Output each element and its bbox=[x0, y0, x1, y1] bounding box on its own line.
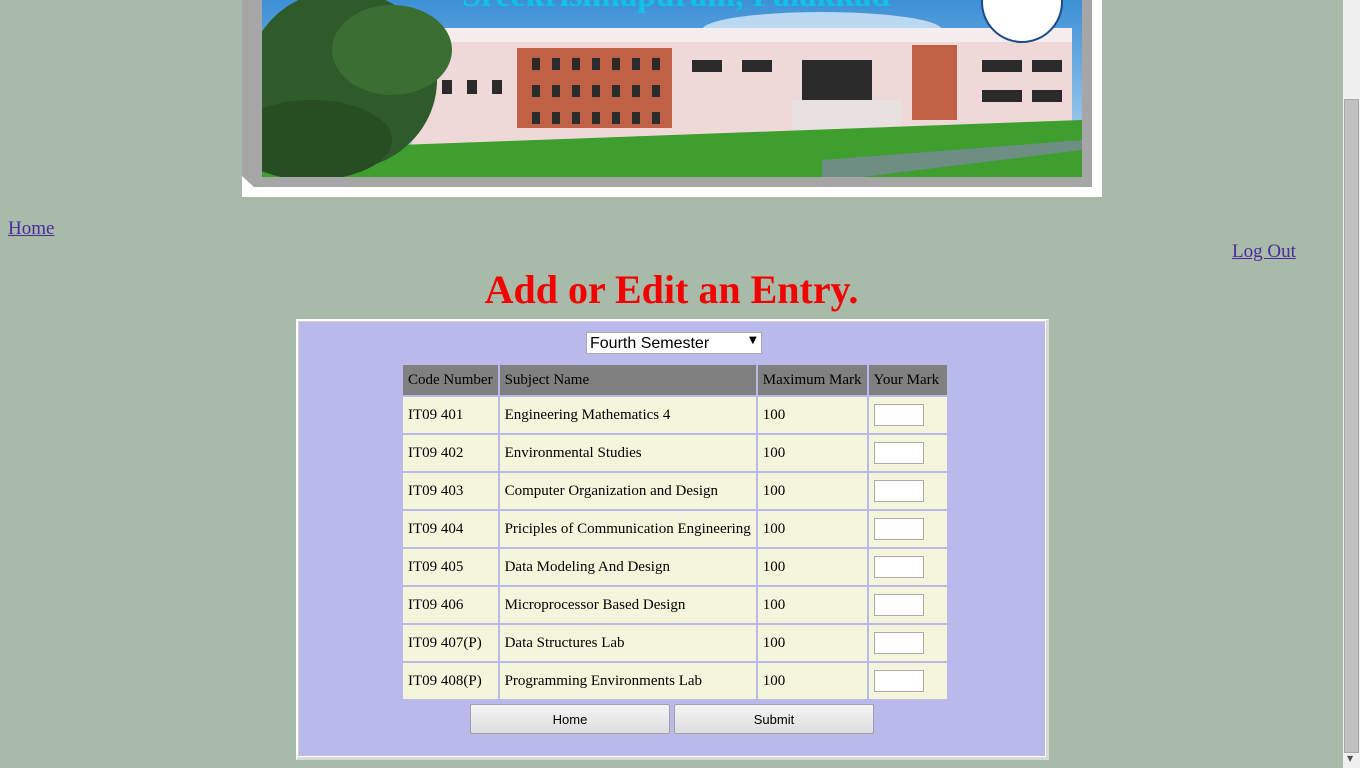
subject-name: Priciples of Communication Engineering bbox=[499, 511, 756, 547]
college-building-photo: Sreekrishnapuram, Palakkad bbox=[262, 0, 1082, 177]
column-header-subject: Subject Name bbox=[499, 365, 756, 395]
subject-code: IT09 408(P) bbox=[403, 663, 498, 699]
subject-code: IT09 405 bbox=[403, 549, 498, 585]
your-mark-cell bbox=[868, 663, 947, 699]
scrollbar-thumb[interactable] bbox=[1344, 99, 1359, 753]
entry-form-panel: Fourth Semester ▼ Code Number Subject Na… bbox=[296, 319, 1049, 760]
banner-caption: Sreekrishnapuram, Palakkad bbox=[462, 0, 890, 14]
max-mark: 100 bbox=[757, 625, 867, 661]
your-mark-cell bbox=[868, 435, 947, 471]
table-row: IT09 408(P) Programming Environments Lab… bbox=[403, 663, 947, 699]
your-mark-input[interactable] bbox=[873, 556, 924, 578]
page-title: Add or Edit an Entry. bbox=[484, 267, 859, 312]
table-row: IT09 403 Computer Organization and Desig… bbox=[403, 473, 947, 509]
your-mark-input[interactable] bbox=[873, 404, 924, 426]
subject-name: Computer Organization and Design bbox=[499, 473, 756, 509]
submit-button[interactable]: Submit bbox=[674, 704, 874, 734]
subject-code: IT09 403 bbox=[403, 473, 498, 509]
subject-name: Microprocessor Based Design bbox=[499, 587, 756, 623]
column-header-max-mark: Maximum Mark bbox=[757, 365, 867, 395]
your-mark-cell bbox=[868, 473, 947, 509]
table-row: IT09 406 Microprocessor Based Design 100 bbox=[403, 587, 947, 623]
subject-name: Engineering Mathematics 4 bbox=[499, 397, 756, 433]
max-mark: 100 bbox=[757, 397, 867, 433]
subject-code: IT09 401 bbox=[403, 397, 498, 433]
your-mark-input[interactable] bbox=[873, 594, 924, 616]
your-mark-cell bbox=[868, 549, 947, 585]
vertical-scrollbar[interactable]: ▼ bbox=[1343, 0, 1360, 768]
your-mark-input[interactable] bbox=[873, 442, 924, 464]
max-mark: 100 bbox=[757, 549, 867, 585]
max-mark: 100 bbox=[757, 511, 867, 547]
subject-code: IT09 404 bbox=[403, 511, 498, 547]
subject-name: Programming Environments Lab bbox=[499, 663, 756, 699]
your-mark-input[interactable] bbox=[873, 518, 924, 540]
your-mark-input[interactable] bbox=[873, 632, 924, 654]
your-mark-cell bbox=[868, 511, 947, 547]
column-header-code: Code Number bbox=[403, 365, 498, 395]
column-header-your-mark: Your Mark bbox=[868, 365, 947, 395]
table-row: IT09 405 Data Modeling And Design 100 bbox=[403, 549, 947, 585]
subject-name: Environmental Studies bbox=[499, 435, 756, 471]
max-mark: 100 bbox=[757, 587, 867, 623]
home-button[interactable]: Home bbox=[470, 704, 670, 734]
your-mark-cell bbox=[868, 397, 947, 433]
table-header-row: Code Number Subject Name Maximum Mark Yo… bbox=[403, 365, 947, 395]
your-mark-cell bbox=[868, 625, 947, 661]
scroll-down-arrow-icon[interactable]: ▼ bbox=[1347, 754, 1353, 763]
your-mark-input[interactable] bbox=[873, 670, 924, 692]
subject-name: Data Modeling And Design bbox=[499, 549, 756, 585]
subject-code: IT09 406 bbox=[403, 587, 498, 623]
table-row: IT09 404 Priciples of Communication Engi… bbox=[403, 511, 947, 547]
subject-name: Data Structures Lab bbox=[499, 625, 756, 661]
subject-code: IT09 407(P) bbox=[403, 625, 498, 661]
your-mark-input[interactable] bbox=[873, 480, 924, 502]
semester-select[interactable]: Fourth Semester bbox=[586, 332, 762, 354]
subject-code: IT09 402 bbox=[403, 435, 498, 471]
table-row: IT09 407(P) Data Structures Lab 100 bbox=[403, 625, 947, 661]
max-mark: 100 bbox=[757, 663, 867, 699]
table-row: IT09 402 Environmental Studies 100 bbox=[403, 435, 947, 471]
home-link[interactable]: Home bbox=[8, 218, 54, 240]
logout-link[interactable]: Log Out bbox=[1232, 241, 1296, 263]
max-mark: 100 bbox=[757, 473, 867, 509]
table-row: IT09 401 Engineering Mathematics 4 100 bbox=[403, 397, 947, 433]
your-mark-cell bbox=[868, 587, 947, 623]
marks-table: Code Number Subject Name Maximum Mark Yo… bbox=[401, 363, 949, 701]
max-mark: 100 bbox=[757, 435, 867, 471]
banner-frame: Sreekrishnapuram, Palakkad bbox=[242, 0, 1102, 197]
